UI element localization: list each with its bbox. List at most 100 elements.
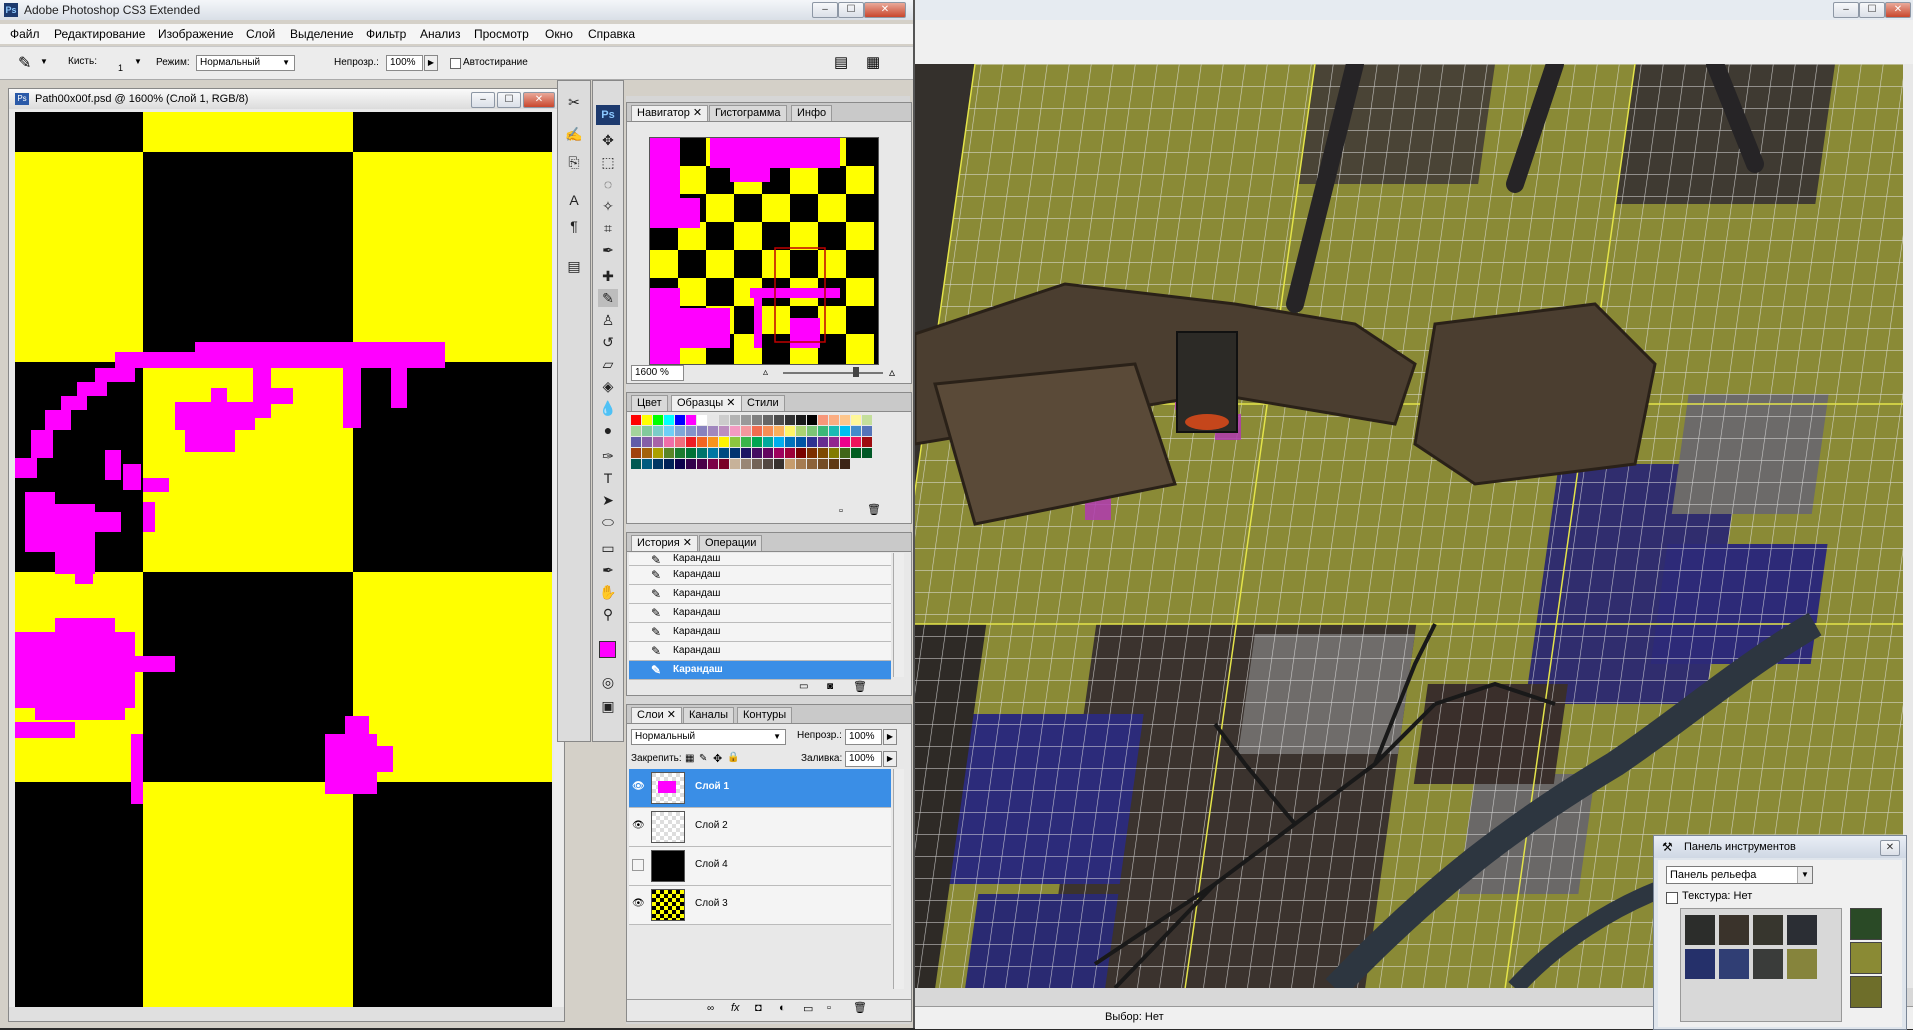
color-swatch[interactable] (664, 415, 674, 425)
tab-history[interactable]: История ✕ (631, 535, 698, 551)
color-swatch[interactable] (807, 426, 817, 436)
color-swatch[interactable] (752, 437, 762, 447)
layer-row[interactable]: 👁 Слой 1 (629, 769, 891, 808)
tab-styles[interactable]: Стили (741, 395, 785, 411)
layers-scrollbar[interactable] (893, 769, 904, 989)
color-swatch[interactable] (807, 459, 817, 469)
menu-file[interactable]: Файл (10, 27, 40, 41)
color-swatch[interactable] (642, 415, 652, 425)
color-swatch[interactable] (862, 437, 872, 447)
color-swatch[interactable] (818, 437, 828, 447)
trash-icon[interactable]: 🗑 (853, 680, 867, 693)
color-swatch[interactable] (631, 415, 641, 425)
foreground-color-swatch[interactable] (599, 641, 616, 658)
color-swatch[interactable] (708, 437, 718, 447)
color-swatch[interactable] (741, 415, 751, 425)
minimize-button[interactable]: ‒ (812, 2, 838, 18)
color-swatch[interactable] (840, 426, 850, 436)
fill-slider-button[interactable]: ▶ (883, 751, 897, 767)
tab-navigator[interactable]: Навигатор ✕ (631, 105, 709, 121)
color-swatch[interactable] (675, 415, 685, 425)
eye-icon[interactable]: 👁 (632, 820, 645, 832)
eraser-tool-icon[interactable]: ▱ (598, 355, 618, 373)
layer-comps-icon[interactable]: ▤ (564, 257, 584, 275)
eyedropper-icon[interactable]: ✒ (598, 561, 618, 579)
paragraph-icon[interactable]: ¶ (564, 217, 584, 235)
color-swatch[interactable] (829, 437, 839, 447)
color-swatch[interactable] (631, 426, 641, 436)
eye-icon[interactable]: 👁 (632, 898, 645, 910)
menu-view[interactable]: Просмотр (474, 27, 529, 41)
color-swatch[interactable] (719, 415, 729, 425)
pen-tool-icon[interactable]: ✑ (598, 447, 618, 465)
doc-maximize-button[interactable]: ☐ (497, 92, 521, 108)
color-swatch[interactable] (730, 437, 740, 447)
navigator-zoom-field[interactable]: 1600 % (631, 365, 684, 381)
color-swatch[interactable] (653, 437, 663, 447)
color-swatch[interactable] (708, 448, 718, 458)
doc-close-button[interactable]: ✕ (523, 92, 555, 108)
color-swatch[interactable] (686, 448, 696, 458)
tab-channels[interactable]: Каналы (683, 707, 735, 723)
brush-picker-chevron-icon[interactable]: ▼ (134, 57, 142, 66)
new-document-from-state-icon[interactable]: ▭ (799, 681, 808, 692)
trash-icon[interactable]: 🗑 (853, 1001, 867, 1014)
color-swatch[interactable] (708, 426, 718, 436)
tool-presets-icon[interactable]: ✂ (564, 93, 584, 111)
opacity-slider-button[interactable]: ▶ (424, 55, 438, 71)
texture-swatch[interactable] (1719, 915, 1749, 945)
color-swatch[interactable] (829, 459, 839, 469)
color-swatch[interactable] (829, 426, 839, 436)
maximize-button[interactable]: ☐ (1859, 2, 1885, 18)
color-swatch[interactable] (741, 448, 751, 458)
color-swatch[interactable] (697, 437, 707, 447)
layer-opacity-slider-button[interactable]: ▶ (883, 729, 897, 745)
eye-icon[interactable]: 👁 (632, 781, 645, 793)
color-swatch[interactable] (642, 426, 652, 436)
close-button[interactable]: ✕ (864, 2, 906, 18)
layer-row[interactable]: Слой 4 (629, 847, 891, 886)
new-layer-icon[interactable]: ▫ (827, 1002, 831, 1014)
close-button[interactable]: ✕ (1885, 2, 1911, 18)
history-scrollbar[interactable] (893, 553, 904, 677)
tab-paths[interactable]: Контуры (737, 707, 793, 723)
folder-icon[interactable]: ▭ (803, 1002, 813, 1015)
fill-field[interactable]: 100% (845, 751, 882, 767)
color-swatch[interactable] (785, 459, 795, 469)
color-swatch[interactable] (774, 448, 784, 458)
color-swatch[interactable] (774, 426, 784, 436)
tab-info[interactable]: Инфо (791, 105, 833, 121)
lock-icon[interactable]: 🔒 (727, 752, 739, 763)
tab-layers[interactable]: Слои ✕ (631, 707, 683, 723)
move-tool-icon[interactable]: ✥ (598, 131, 618, 149)
color-swatch[interactable] (631, 437, 641, 447)
color-swatch[interactable] (664, 459, 674, 469)
history-item[interactable]: ✎ Карандаш (629, 585, 891, 604)
document-canvas[interactable] (15, 112, 552, 1007)
color-swatch[interactable] (785, 437, 795, 447)
color-swatch[interactable] (697, 459, 707, 469)
healing-brush-tool-icon[interactable]: ✚ (598, 267, 618, 285)
pencil-icon[interactable]: ✎ (18, 53, 31, 73)
history-item[interactable]: ✎ Карандаш (629, 604, 891, 623)
history-item-current[interactable]: ✎ Карандаш (629, 661, 891, 680)
mask-icon[interactable]: ◘ (755, 1002, 762, 1014)
color-swatch[interactable] (818, 426, 828, 436)
color-swatch[interactable] (763, 448, 773, 458)
color-swatch[interactable] (741, 459, 751, 469)
terrain-panel-dropdown[interactable]: Панель рельефа ▼ (1666, 866, 1813, 884)
texture-swatch[interactable] (1850, 976, 1882, 1008)
color-swatch[interactable] (741, 426, 751, 436)
brush-size-value[interactable]: 1 (118, 63, 123, 73)
marquee-tool-icon[interactable]: ⬚ (598, 153, 618, 171)
color-swatch[interactable] (807, 415, 817, 425)
color-swatch[interactable] (708, 415, 718, 425)
color-swatch[interactable] (642, 459, 652, 469)
menu-select[interactable]: Выделение (290, 27, 354, 41)
color-swatch[interactable] (719, 437, 729, 447)
color-swatch[interactable] (796, 459, 806, 469)
eyedropper-tool-icon[interactable]: ✒ (598, 241, 618, 259)
color-swatch[interactable] (862, 448, 872, 458)
autoerase-checkbox[interactable] (450, 58, 461, 69)
texture-swatch[interactable] (1850, 908, 1882, 940)
